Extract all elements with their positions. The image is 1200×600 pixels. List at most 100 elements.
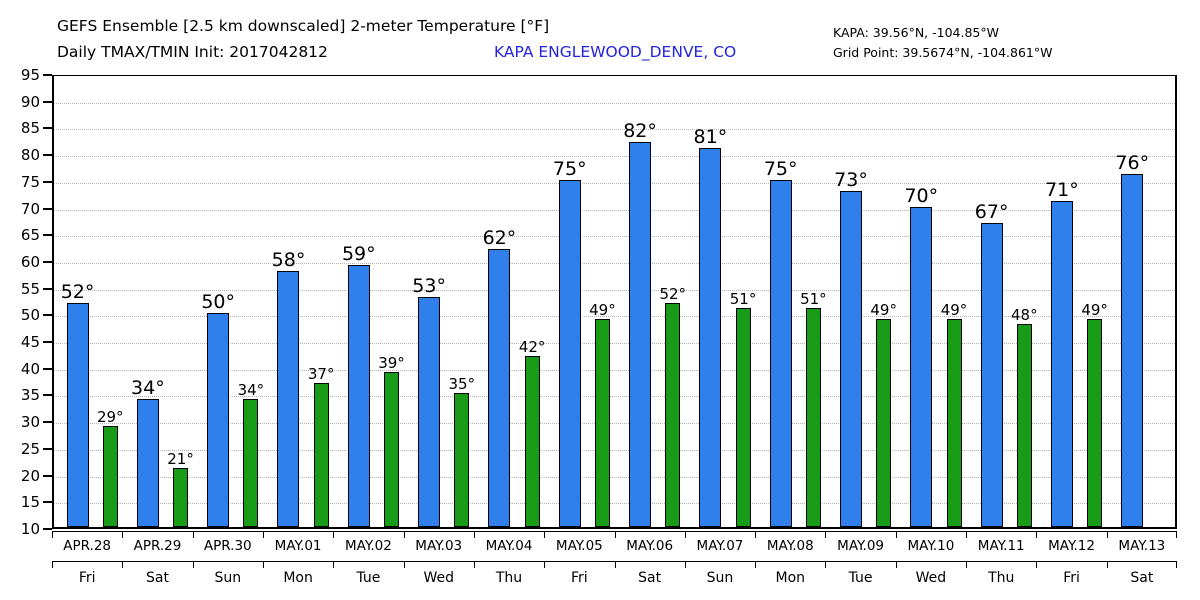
x-axis-date-tick (825, 531, 827, 538)
page-title: GEFS Ensemble [2.5 km downscaled] 2-mete… (57, 17, 550, 35)
bar-value-label-tmin: 42° (518, 338, 546, 357)
x-axis-date-label: MAY.10 (907, 538, 955, 554)
y-axis-tick-label: 55 (20, 279, 40, 298)
bar-series-container: 52° 29° 34° 21° 50° 34° 58° 37° 59° 39° 53° 35° 62° 4… (54, 76, 1175, 527)
x-axis-date-label: APR.30 (203, 538, 252, 554)
y-axis-tick-mark (43, 234, 52, 237)
y-axis-tick-mark (43, 154, 52, 157)
station-coordinates: KAPA: 39.56°N, -104.85°W (833, 25, 999, 40)
y-axis-tick-mark (43, 180, 52, 183)
y-axis-tick-mark (43, 341, 52, 344)
x-axis-date-label: MAY.09 (837, 538, 885, 554)
y-axis-tick-label: 40 (20, 359, 40, 378)
y-axis-tick-label: 45 (20, 333, 40, 352)
bar-tmin (876, 318, 892, 527)
x-axis-date-tick (684, 531, 686, 538)
bar-tmax (136, 398, 159, 527)
bar-tmin (102, 425, 118, 527)
x-axis-weekday-label: Sat (638, 570, 662, 586)
x-axis-date-tick (52, 531, 53, 538)
x-axis-date-tick (122, 531, 124, 538)
x-axis-date-tick (1036, 531, 1038, 538)
bar-tmin (173, 468, 189, 527)
bar-value-label-tmin: 51° (800, 290, 827, 308)
y-axis-tick-label: 65 (20, 226, 40, 245)
x-axis-date-tick (755, 531, 757, 538)
y-axis-tick-label: 30 (20, 413, 40, 432)
x-axis-weekday-tick (403, 561, 405, 568)
y-axis-tick-mark (43, 528, 52, 530)
x-axis-weekday-tick (1106, 561, 1108, 568)
y-axis-tick-mark (43, 127, 52, 130)
x-axis-weekday-label: Thu (988, 570, 1015, 586)
bar-tmin (594, 318, 610, 527)
x-axis-date-label: MAY.04 (485, 538, 533, 554)
x-axis-date-label: MAY.05 (555, 538, 603, 554)
bar-tmax (277, 270, 300, 527)
x-axis-date-label: MAY.06 (626, 538, 674, 554)
x-axis-date-label: APR.29 (133, 538, 182, 554)
x-axis-date-label: APR.28 (63, 538, 112, 554)
y-axis-tick-mark (43, 100, 52, 103)
x-axis-weekday-label: Thu (495, 570, 523, 586)
bar-tmax (347, 265, 370, 527)
x-axis-weekday-tick (825, 561, 827, 568)
x-axis-weekday-tick (544, 561, 546, 568)
bar-value-label-tmax: 58° (271, 248, 306, 271)
bar-value-label-tmax: 59° (341, 243, 376, 266)
bar-tmin (665, 302, 681, 527)
x-axis-date-label: MAY.08 (766, 538, 814, 554)
bar-tmin (735, 308, 751, 527)
y-axis-tick-label: 15 (20, 493, 40, 512)
bar-tmax (207, 313, 230, 527)
bar-value-label-tmax: 81° (693, 125, 728, 148)
bar-tmax (1050, 201, 1073, 527)
y-axis-tick-label: 75 (20, 172, 40, 191)
bar-value-label-tmin: 49° (870, 300, 897, 319)
y-axis-tick-mark (43, 474, 52, 477)
y-axis-tick-mark (43, 367, 52, 370)
grid-point-coordinates: Grid Point: 39.5674°N, -104.861°W (833, 45, 1053, 60)
x-axis-date-tick (473, 531, 475, 538)
x-axis-weekday-label: Wed (423, 570, 454, 586)
chart-header: GEFS Ensemble [2.5 km downscaled] 2-mete… (0, 0, 1200, 70)
bar-value-label-tmax: 50° (201, 291, 236, 314)
x-axis-weekday-label: Fri (78, 570, 96, 586)
y-axis-tick-mark (43, 394, 52, 397)
bar-value-label-tmax: 70° (904, 184, 939, 207)
x-axis-weekday-tick (52, 561, 53, 568)
bar-value-label-tmin: 49° (589, 300, 616, 319)
bar-value-label-tmax: 76° (1115, 152, 1150, 175)
bar-tmax (488, 249, 511, 527)
y-axis-tick-label: 35 (20, 386, 40, 405)
bar-tmin (1016, 324, 1032, 527)
y-axis-tick-mark (43, 207, 52, 210)
x-axis-date-label: MAY.03 (415, 538, 463, 554)
y-axis-tick-label: 20 (20, 466, 40, 485)
bar-tmax (839, 190, 862, 527)
y-axis-tick-label: 80 (20, 146, 40, 165)
y-axis-tick-mark (43, 447, 52, 450)
y-axis-tick-mark (43, 314, 52, 317)
x-axis-date-tick (1175, 531, 1177, 538)
bar-tmax (1121, 174, 1144, 527)
x-axis-date-label: MAY.07 (696, 538, 744, 554)
x-axis-date-tick (614, 531, 616, 538)
x-axis-date-tick (1106, 531, 1108, 538)
x-axis-weekday-tick (333, 561, 335, 568)
bar-value-label-tmin: 21° (167, 450, 194, 469)
bar-tmax (558, 179, 581, 527)
bar-tmax (980, 222, 1003, 527)
bar-tmax (769, 179, 792, 527)
x-axis-weekday-label: Fri (1063, 570, 1080, 586)
x-axis-weekday-label: Mon (775, 570, 806, 586)
x-axis-weekday-label: Tue (848, 570, 873, 586)
bar-value-label-tmax: 73° (834, 168, 868, 191)
x-axis-weekday-label: Sun (706, 570, 734, 586)
x-axis-weekday-label: Tue (356, 570, 381, 586)
bar-value-label-tmax: 82° (623, 120, 657, 143)
bar-tmin (384, 372, 399, 527)
x-axis-date-tick (262, 531, 264, 538)
y-axis-tick-label: 25 (20, 439, 40, 458)
bar-value-label-tmax: 52° (60, 280, 95, 303)
